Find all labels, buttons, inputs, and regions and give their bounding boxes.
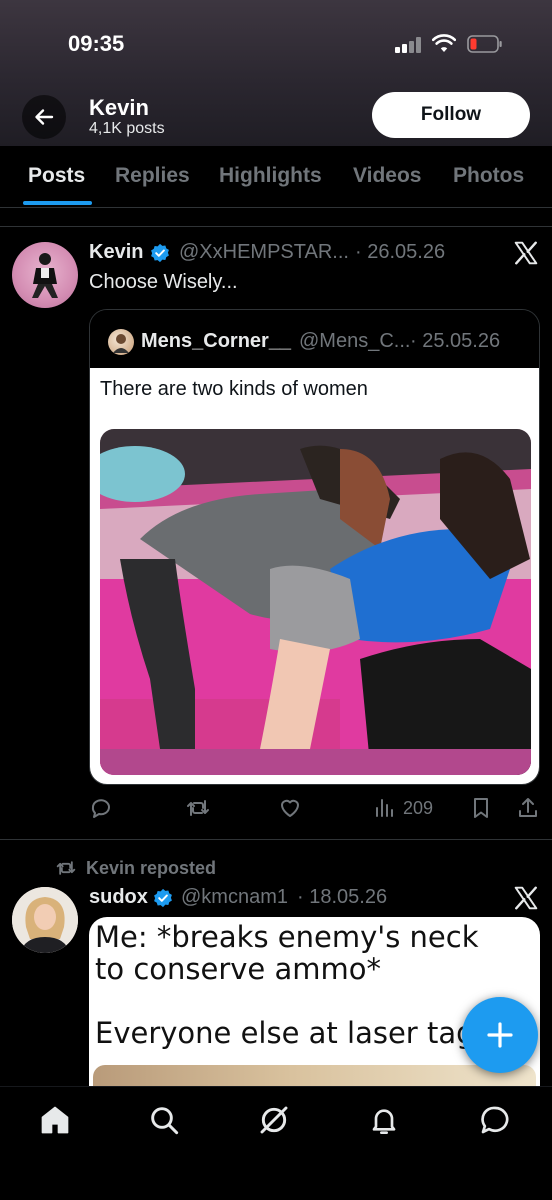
compose-plus-icon: [487, 1022, 513, 1048]
meme-line-1: Me: *breaks enemy's neck: [95, 920, 479, 954]
quoted-avatar-figure: [113, 334, 129, 353]
active-tab-indicator: [23, 201, 92, 205]
meme-line-3: Everyone else at laser tag:: [95, 1016, 485, 1050]
nav-notifications[interactable]: [367, 1103, 401, 1137]
quoted-post-body: There are two kinds of women: [90, 368, 539, 784]
quoted-author-handle[interactable]: @Mens_C...: [299, 330, 410, 353]
post-text: Choose Wisely...: [89, 271, 238, 293]
repost-label: Kevin reposted: [86, 857, 217, 878]
yoga-class-photo: [100, 429, 531, 775]
tab-replies[interactable]: Replies: [115, 164, 190, 188]
home-icon: [41, 1106, 69, 1134]
post-author-handle[interactable]: @XxHEMPSTAR...: [179, 241, 349, 264]
post-date[interactable]: · 26.05.26: [355, 241, 445, 264]
tab-posts[interactable]: Posts: [28, 164, 85, 188]
wifi-icon: [432, 34, 456, 52]
nav-grok[interactable]: [257, 1103, 291, 1137]
status-bar: 09:35: [0, 0, 552, 90]
notifications-icon: [372, 1109, 396, 1134]
avatar-portrait: [12, 887, 78, 953]
feed-divider: [0, 226, 552, 227]
follow-button[interactable]: Follow: [372, 92, 530, 138]
search-icon: [151, 1107, 179, 1135]
avatar-figure: [32, 253, 58, 298]
meme-line-2: to conserve ammo*: [95, 952, 382, 986]
quoted-post-card[interactable]: Mens_Corner__ @Mens_C... · 25.05.26 Ther…: [89, 309, 540, 785]
like-icon: [281, 799, 299, 817]
quoted-post-date[interactable]: · 25.05.26: [410, 330, 500, 353]
messages-icon: [481, 1106, 509, 1134]
tab-photos[interactable]: Photos: [453, 164, 524, 188]
repost-icon: [187, 800, 209, 816]
compose-button[interactable]: [462, 997, 538, 1073]
profile-post-count: 4,1K posts: [89, 120, 165, 137]
like-button[interactable]: [278, 792, 302, 824]
profile-tabs: Posts Replies Highlights Videos Photos: [0, 146, 552, 208]
bookmark-icon: [474, 798, 488, 818]
quoted-avatar[interactable]: [108, 329, 134, 355]
x-logo-icon: [514, 886, 538, 910]
post-date[interactable]: · 18.05.26: [297, 886, 387, 909]
share-icon: [519, 798, 537, 817]
avatar[interactable]: [12, 242, 78, 308]
post-author-handle[interactable]: @kmcnam1: [181, 886, 288, 909]
bottom-navigation: [0, 1086, 552, 1200]
repost-button[interactable]: [186, 792, 210, 824]
views-icon: [376, 799, 393, 817]
battery-low-icon: [467, 35, 502, 53]
reply-button[interactable]: [89, 792, 113, 824]
tab-highlights[interactable]: Highlights: [219, 164, 322, 188]
grok-icon: [260, 1106, 288, 1134]
verified-badge-icon: [151, 243, 169, 263]
tab-videos[interactable]: Videos: [353, 164, 421, 188]
nav-home[interactable]: [38, 1103, 72, 1137]
profile-name: Kevin: [89, 95, 149, 120]
nav-search[interactable]: [147, 1103, 181, 1137]
x-logo-icon: [514, 241, 538, 265]
back-button[interactable]: [22, 95, 66, 139]
repost-icon: [56, 861, 76, 875]
verified-badge-icon: [154, 888, 172, 908]
quoted-post-header: Mens_Corner__ @Mens_C... · 25.05.26: [90, 310, 539, 368]
share-button[interactable]: [516, 792, 540, 824]
avatar[interactable]: [12, 887, 78, 953]
views-button[interactable]: 209: [373, 792, 433, 824]
post-actions: 209: [89, 792, 540, 824]
repost-indicator[interactable]: Kevin reposted: [55, 856, 216, 880]
post-author-name[interactable]: sudox: [89, 886, 148, 909]
quoted-post-text: There are two kinds of women: [100, 378, 368, 400]
post-divider: [0, 839, 552, 840]
quoted-post-image[interactable]: [100, 429, 531, 775]
reply-icon: [91, 799, 110, 818]
views-count: 209: [403, 797, 434, 818]
back-arrow-icon: [35, 109, 54, 125]
status-time: 09:35: [68, 31, 125, 56]
post-author-name[interactable]: Kevin: [89, 241, 143, 264]
cellular-signal-icon: [395, 37, 423, 53]
quoted-author-name[interactable]: Mens_Corner__: [141, 330, 291, 353]
bookmark-button[interactable]: [469, 792, 493, 824]
nav-messages[interactable]: [478, 1103, 512, 1137]
